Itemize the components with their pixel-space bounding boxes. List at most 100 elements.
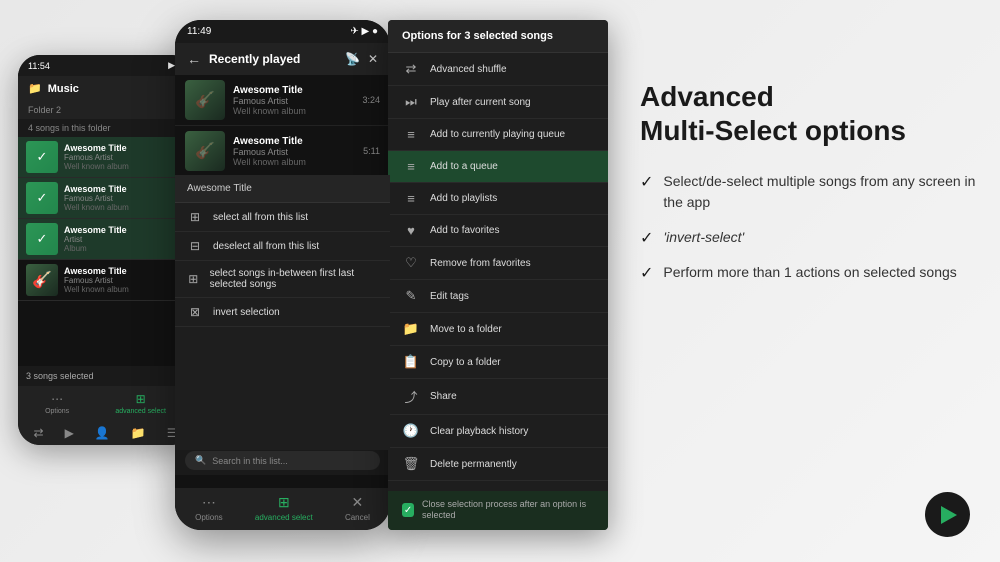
checkmark-icon: ✓ <box>640 263 653 283</box>
album-art: 🎸 <box>26 264 58 296</box>
select-between-icon: ⊞ <box>187 272 200 286</box>
tab-cancel-label: Cancel <box>345 513 370 522</box>
op-item-add-to-queue[interactable]: ≡ Add to a queue <box>388 151 608 183</box>
dropdown-overlay: Awesome Title ⊞ select all from this lis… <box>175 175 390 450</box>
shuffle-icon[interactable]: ⇄ <box>34 426 44 440</box>
playback-bar[interactable]: ⇄ ▶ 👤 📁 ☰ <box>18 421 193 445</box>
song-artist: Famous Artist <box>233 96 354 106</box>
song-artist: Famous Artist <box>64 194 185 203</box>
folder-icon[interactable]: 📁 <box>131 426 146 440</box>
info-section: Advanced Multi-Select options ✓ Select/d… <box>640 80 980 283</box>
mid-header: ← Recently played 📡 ✕ <box>175 43 390 75</box>
op-label-delete: Delete permanently <box>430 459 517 470</box>
header-left: ← Recently played <box>187 51 300 67</box>
feature-list: ✓ Select/de-select multiple songs from a… <box>640 171 980 283</box>
main-title-line2: Multi-Select options <box>640 115 906 146</box>
list-item[interactable]: ✓ Awesome Title Famous Artist Well known… <box>18 178 193 219</box>
options-panel-footer[interactable]: ✓ Close selection process after an optio… <box>388 491 608 530</box>
move-folder-icon: 📁 <box>402 321 420 337</box>
tab-advanced-select[interactable]: ⊞ advanced select <box>255 494 313 522</box>
tab-advanced-label: advanced select <box>255 513 313 522</box>
heart-outline-icon: ♡ <box>402 255 420 271</box>
album-art: ✓ <box>26 182 58 214</box>
op-label-remove-favorites: Remove from favorites <box>430 258 531 269</box>
song-album: Well known album <box>233 157 355 167</box>
search-placeholder: Search in this list... <box>212 456 288 466</box>
antenna-icon: 📡 <box>345 52 360 66</box>
close-selection-checkbox[interactable]: ✓ <box>402 503 414 517</box>
op-label-add-queue: Add to currently playing queue <box>430 129 565 140</box>
op-item-add-queue[interactable]: ≡ Add to currently playing queue <box>388 119 608 151</box>
play-icon[interactable]: ▶ <box>65 426 74 440</box>
folder-name: Folder 2 <box>28 105 61 115</box>
op-label-add-to-queue: Add to a queue <box>430 161 498 172</box>
list-item[interactable]: 🎸 Awesome Title Famous Artist Well known… <box>18 260 193 301</box>
song-info: Awesome Title Famous Artist Well known a… <box>233 85 354 116</box>
op-item-delete[interactable]: 🗑 Delete permanently <box>388 448 608 481</box>
invert-icon: ⊠ <box>187 305 203 319</box>
mid-status-icons: ✈ ▶ ● <box>350 26 378 37</box>
select-all-label: select all from this list <box>213 212 308 223</box>
op-item-remove-favorites[interactable]: ♡ Remove from favorites <box>388 247 608 280</box>
dropdown-item-select-all[interactable]: ⊞ select all from this list <box>175 203 390 232</box>
left-header: 📁 Music <box>18 76 193 101</box>
song-info: Awesome Title Famous Artist Well known a… <box>233 136 355 167</box>
phone-left: 11:54 ▶ ● 📁 Music Folder 2 4 songs in th… <box>18 55 193 445</box>
search-icon: 🔍 <box>195 455 206 466</box>
song-artist: Artist <box>64 235 185 244</box>
op-item-play-after[interactable]: ⏭ Play after current song <box>388 86 608 119</box>
op-item-share[interactable]: ⤴ Share <box>388 379 608 415</box>
check-overlay: ✓ <box>26 182 58 214</box>
song-title: Awesome Title <box>64 143 185 153</box>
list-item[interactable]: 🎸 Awesome Title Famous Artist Well known… <box>175 75 390 126</box>
song-album: Well known album <box>64 162 185 171</box>
check-overlay: ✓ <box>26 223 58 255</box>
feature-text-2: 'invert-select' <box>663 227 744 248</box>
trash-icon: 🗑 <box>402 456 420 472</box>
heart-filled-icon: ♥ <box>402 223 420 238</box>
op-item-edit-tags[interactable]: ✎ Edit tags <box>388 280 608 313</box>
op-item-add-favorites[interactable]: ♥ Add to favorites <box>388 215 608 247</box>
duration: 3:24 <box>362 95 380 105</box>
op-item-advanced-shuffle[interactable]: ⇄ Advanced shuffle <box>388 53 608 86</box>
dropdown-item-deselect-all[interactable]: ⊟ deselect all from this list <box>175 232 390 261</box>
song-album: Album <box>64 244 185 253</box>
person-icon[interactable]: 👤 <box>95 426 110 440</box>
op-item-clear-history[interactable]: 🕐 Clear playback history <box>388 415 608 448</box>
list-item[interactable]: 🎸 Awesome Title Famous Artist Well known… <box>175 126 390 177</box>
tab-cancel[interactable]: ✕ Cancel <box>345 494 370 522</box>
op-item-move-folder[interactable]: 📁 Move to a folder <box>388 313 608 346</box>
mid-bottom-tabs[interactable]: ⋯ Options ⊞ advanced select ✕ Cancel <box>175 488 390 530</box>
list-item[interactable]: ✓ Awesome Title Artist Album <box>18 219 193 260</box>
queue-icon: ≡ <box>402 159 420 174</box>
left-bottom-bar: 3 songs selected <box>18 366 193 386</box>
main-title: Advanced Multi-Select options <box>640 80 980 147</box>
left-header-title: Music <box>48 83 79 95</box>
select-all-icon: ⊞ <box>187 210 203 224</box>
dropdown-item-select-between[interactable]: ⊞ select songs in-between first last sel… <box>175 261 390 298</box>
dropdown-item-invert[interactable]: ⊠ invert selection <box>175 298 390 327</box>
album-art: 🎸 <box>185 80 225 120</box>
list-item[interactable]: ✓ Awesome Title Famous Artist Well known… <box>18 137 193 178</box>
duration: 5:11 <box>363 146 380 156</box>
footer-text: Close selection process after an option … <box>422 499 594 522</box>
awesome-title-dropdown: Awesome Title <box>187 183 252 194</box>
tab-advanced-select[interactable]: ⊞ advanced select <box>115 392 166 415</box>
op-item-copy-folder[interactable]: 📋 Copy to a folder <box>388 346 608 379</box>
close-icon[interactable]: ✕ <box>368 52 378 66</box>
song-title: Awesome Title <box>64 225 185 235</box>
left-bottom-tabs[interactable]: ⋯ Options ⊞ advanced select <box>18 386 193 421</box>
main-title-line1: Advanced <box>640 81 774 112</box>
check-overlay: ✓ <box>26 141 58 173</box>
tab-options[interactable]: ⋯ Options <box>195 494 223 522</box>
tab-options[interactable]: ⋯ Options <box>45 392 69 415</box>
search-input-field[interactable]: 🔍 Search in this list... <box>185 451 380 470</box>
song-title: Awesome Title <box>233 136 355 147</box>
back-button[interactable]: ← <box>187 51 201 67</box>
song-info: Awesome Title Famous Artist Well known a… <box>64 184 185 212</box>
feature-text-3: Perform more than 1 actions on selected … <box>663 262 956 283</box>
tab-options-label: Options <box>45 408 69 415</box>
tab-options-label: Options <box>195 513 223 522</box>
phone-mid-screen: 11:49 ✈ ▶ ● ← Recently played 📡 ✕ 🎸 Awes… <box>175 20 390 530</box>
op-item-add-playlists[interactable]: ≡ Add to playlists <box>388 183 608 215</box>
